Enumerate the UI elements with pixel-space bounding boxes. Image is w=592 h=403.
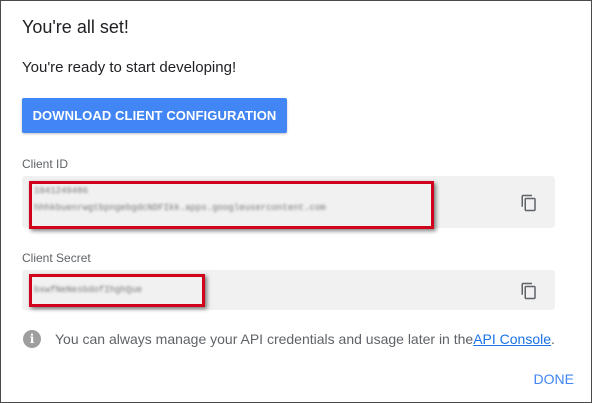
highlight-box-client-id xyxy=(29,181,434,229)
info-text: You can always manage your API credentia… xyxy=(55,331,474,347)
api-console-link[interactable]: API Console xyxy=(473,331,551,347)
highlight-box-client-secret xyxy=(29,274,205,307)
info-text-end: . xyxy=(551,331,555,347)
copy-icon[interactable] xyxy=(520,193,538,213)
copy-icon[interactable] xyxy=(520,281,538,301)
info-icon: i xyxy=(23,330,41,348)
dialog-subtitle: You're ready to start developing! xyxy=(22,59,237,76)
done-button[interactable]: DONE xyxy=(534,371,574,387)
dialog-title: You're all set! xyxy=(22,17,129,37)
info-row: i You can always manage your API credent… xyxy=(23,330,555,348)
download-client-configuration-button[interactable]: DOWNLOAD CLIENT CONFIGURATION xyxy=(22,98,287,133)
client-secret-label: Client Secret xyxy=(22,251,91,265)
dialog: You're all set! You're ready to start de… xyxy=(0,0,592,403)
client-id-label: Client ID xyxy=(22,157,69,171)
